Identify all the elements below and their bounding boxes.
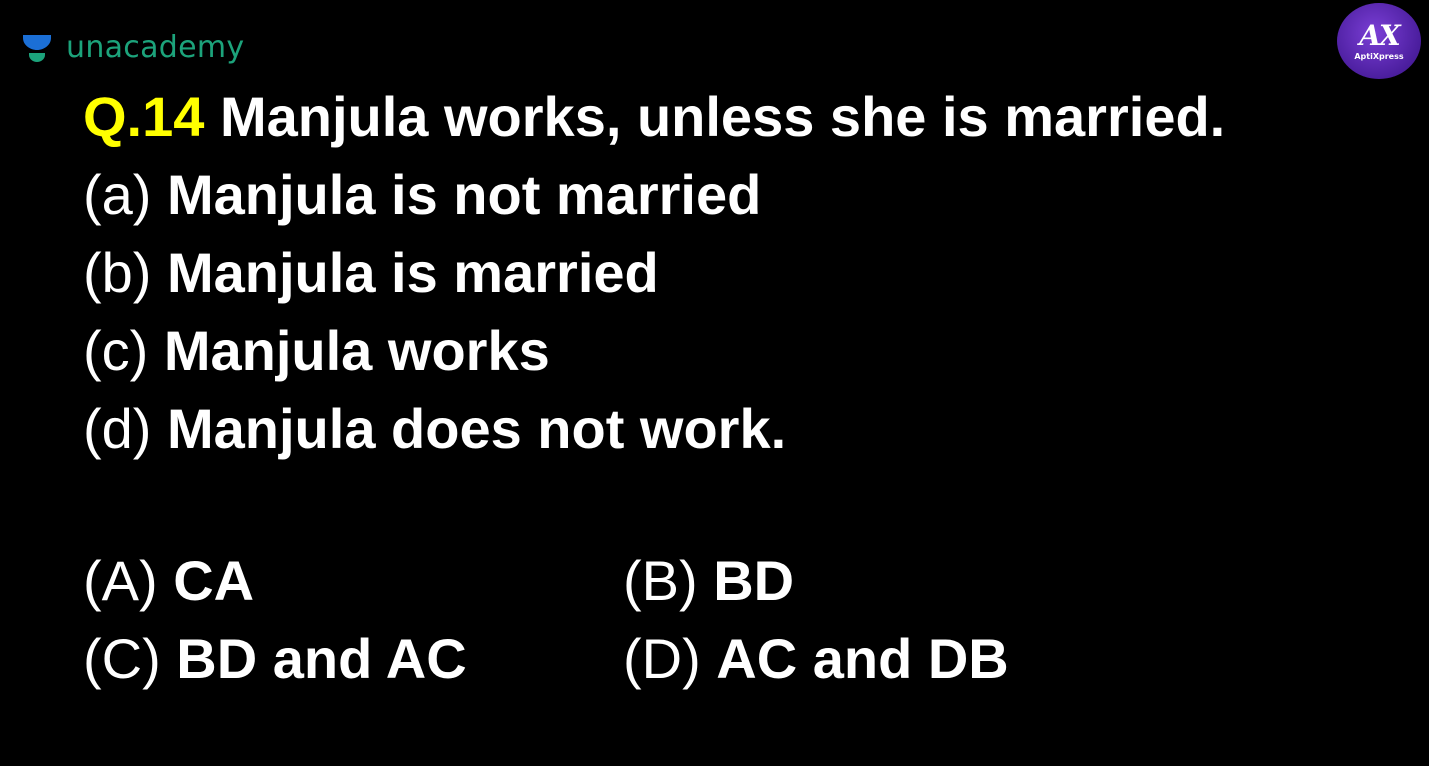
statement-a: (a) Manjula is not married <box>83 156 786 234</box>
statement-c: (c) Manjula works <box>83 312 786 390</box>
statement-text: Manjula does not work. <box>167 397 787 460</box>
badge-name: AptiXpress <box>1354 51 1404 61</box>
badge-mark: AX <box>1359 18 1400 52</box>
brand-name: unacademy <box>66 30 245 65</box>
question-number: Q.14 <box>83 85 205 148</box>
statement-list: (a) Manjula is not married (b) Manjula i… <box>83 156 786 468</box>
statement-text: Manjula works <box>163 319 550 382</box>
option-b[interactable]: (B) BD <box>623 542 1183 620</box>
statement-text: Manjula is not married <box>167 163 762 226</box>
option-text: CA <box>173 549 255 612</box>
statement-d: (d) Manjula does not work. <box>83 390 786 468</box>
option-text: AC and DB <box>716 627 1009 690</box>
option-d[interactable]: (D) AC and DB <box>623 620 1183 698</box>
unacademy-logo-icon <box>23 35 51 62</box>
statement-b: (b) Manjula is married <box>83 234 786 312</box>
option-text: BD and AC <box>176 627 467 690</box>
statement-label: (d) <box>83 397 167 460</box>
statement-label: (c) <box>83 319 164 382</box>
question-line: Q.14 Manjula works, unless she is marrie… <box>83 78 1225 156</box>
option-label: (D) <box>623 627 717 690</box>
option-label: (C) <box>83 627 177 690</box>
brand-header: unacademy <box>20 28 244 68</box>
aptixpress-badge: AX AptiXpress <box>1337 3 1421 79</box>
option-c[interactable]: (C) BD and AC <box>83 620 623 698</box>
statement-label: (b) <box>83 241 167 304</box>
statement-label: (a) <box>83 163 167 226</box>
question-text: Manjula works, unless she is married. <box>204 85 1226 148</box>
option-text: BD <box>713 549 795 612</box>
option-label: (B) <box>623 549 714 612</box>
option-label: (A) <box>83 549 174 612</box>
statement-text: Manjula is married <box>167 241 659 304</box>
option-a[interactable]: (A) CA <box>83 542 623 620</box>
answer-options: (A) CA (B) BD (C) BD and AC (D) AC and D… <box>83 542 1183 698</box>
